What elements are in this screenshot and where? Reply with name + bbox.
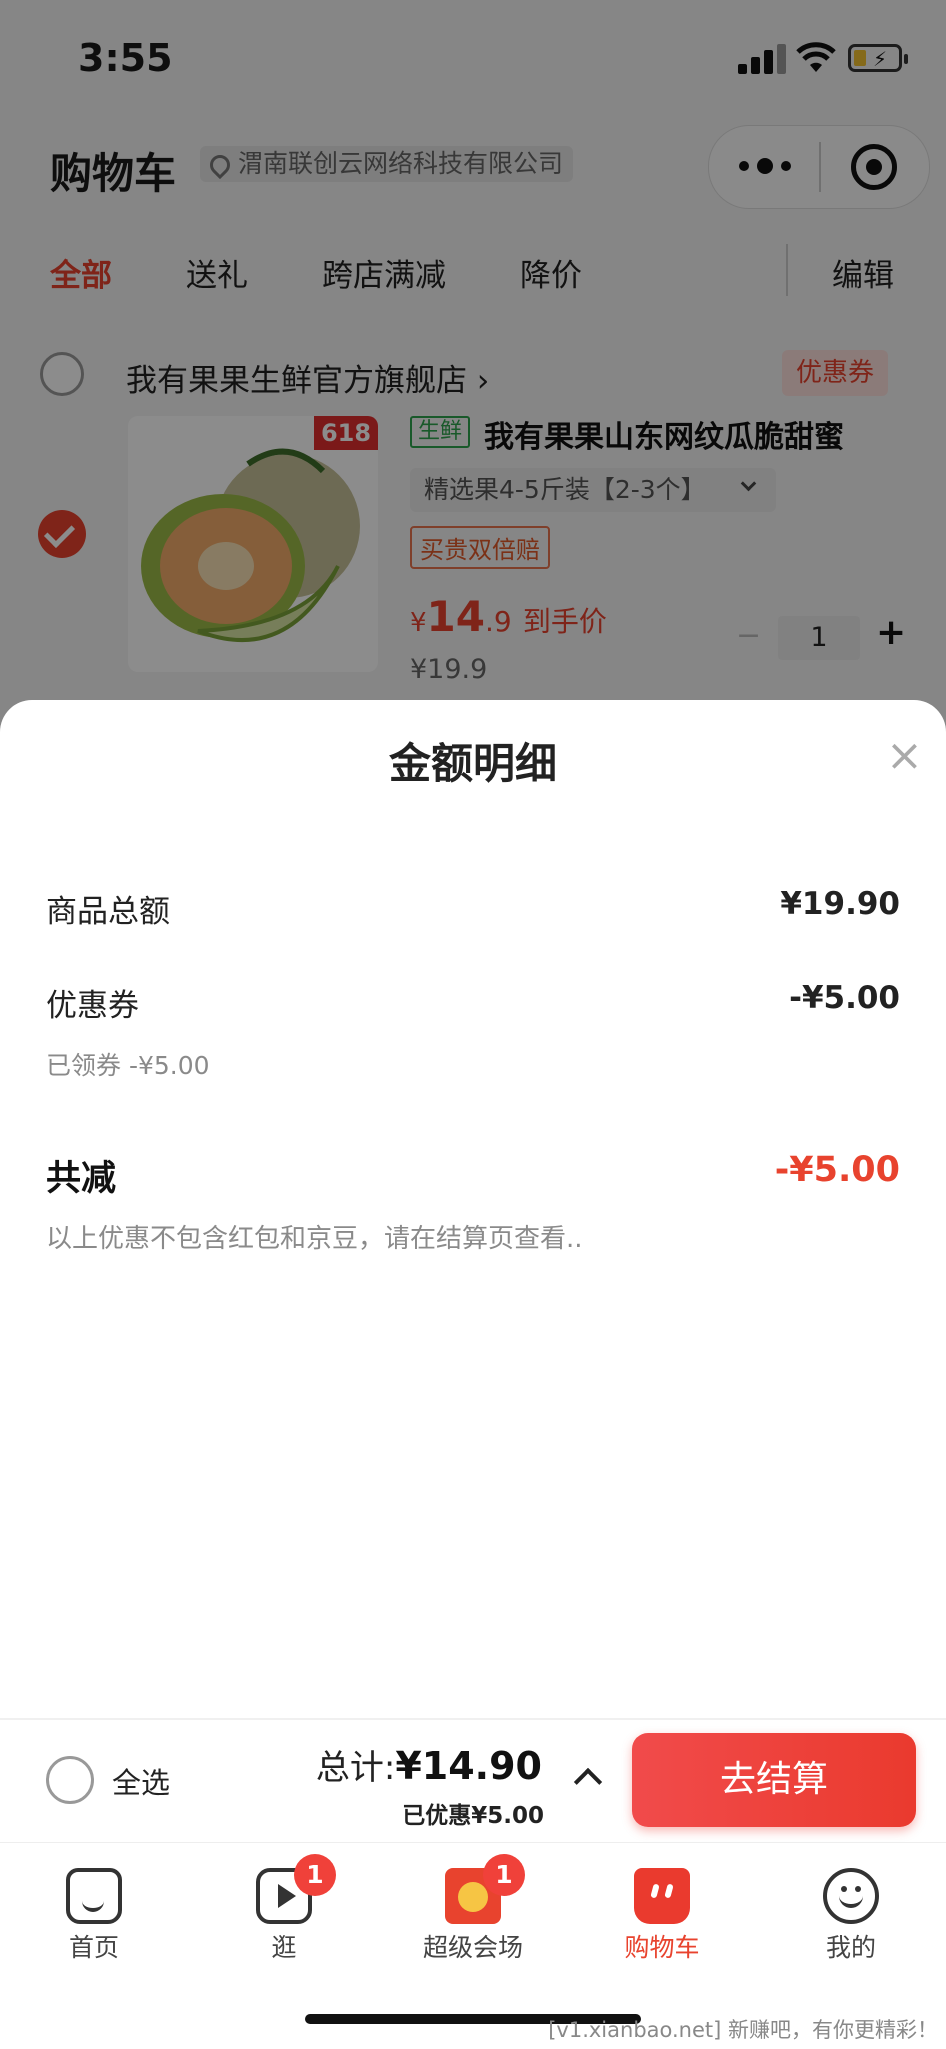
checkout-button[interactable]: 去结算 [632,1733,916,1827]
tab-label: 超级会场 [422,1933,523,1962]
home-icon [66,1868,122,1924]
tab-super-venue[interactable]: 超级会场 1 [403,1850,543,1964]
saved-amount: 已优惠¥5.00 [402,1803,544,1829]
cart-icon [634,1868,690,1924]
tab-explore[interactable]: 逛 1 [214,1850,354,1964]
sheet-title: 金额明细 [388,739,557,788]
coupon-label: 优惠券 [46,988,139,1024]
watermark-text: [v1.xianbao.net] 新赚吧，有你更精彩！ [548,2018,938,2042]
tab-label: 首页 [68,1933,119,1962]
total-reduction-label: 共减 [46,1159,117,1199]
select-all-checkbox[interactable] [46,1756,94,1804]
tab-home[interactable]: 首页 [24,1850,164,1964]
select-all-label[interactable]: 全选 [112,1760,170,1802]
close-icon[interactable]: × [886,734,923,778]
discount-note: 以上优惠不包含红包和京豆，请在结算页查看.. [46,1224,583,1254]
tab-profile[interactable]: 我的 [781,1850,921,1964]
tab-label: 我的 [825,1933,876,1962]
goods-total-label: 商品总额 [46,894,170,930]
tab-label: 逛 [271,1933,297,1962]
tab-label: 购物车 [624,1933,700,1962]
notification-badge: 1 [294,1854,336,1896]
coupon-value: -¥5.00 [789,980,900,1016]
notification-badge: 1 [483,1854,525,1896]
total-reduction-value: -¥5.00 [774,1150,900,1190]
tab-cart[interactable]: 购物车 [592,1850,732,1964]
total-amount: 总计:¥14.90 [315,1744,542,1788]
profile-icon [823,1868,879,1924]
goods-total-value: ¥19.90 [780,886,900,922]
coupon-sub-note: 已领券 -¥5.00 [46,1051,210,1080]
